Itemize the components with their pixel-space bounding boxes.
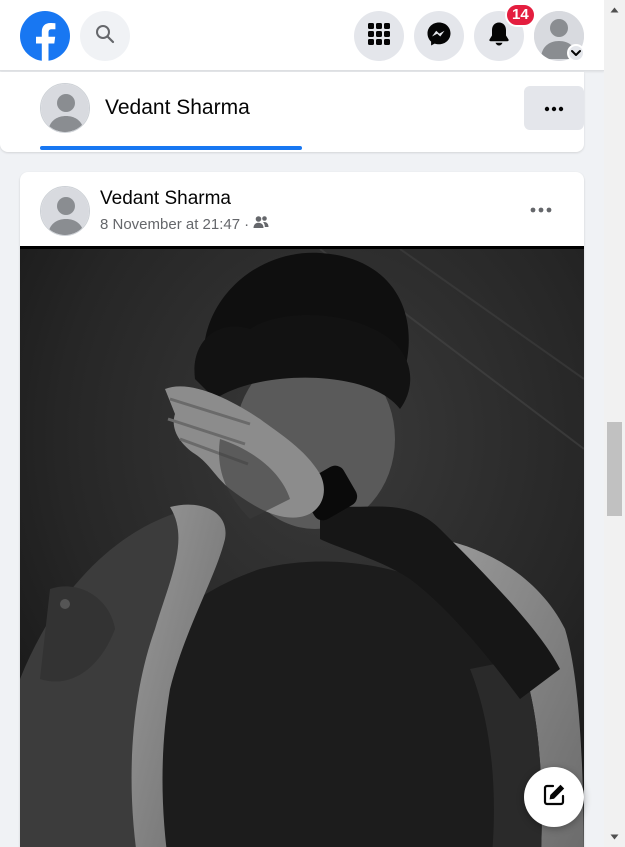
messenger-button[interactable] — [414, 11, 464, 61]
profile-avatar[interactable] — [40, 83, 90, 133]
facebook-logo[interactable] — [20, 11, 70, 61]
messenger-icon — [426, 21, 452, 52]
bell-icon — [487, 21, 511, 52]
grid-menu-icon — [367, 22, 391, 51]
more-horizontal-icon — [530, 200, 552, 218]
search-icon — [95, 24, 115, 49]
meta-separator: · — [244, 215, 250, 233]
profile-name[interactable]: Vedant Sharma — [105, 96, 250, 120]
page-scrollbar[interactable] — [604, 0, 625, 847]
scroll-thumb[interactable] — [607, 422, 622, 516]
friends-icon[interactable] — [253, 215, 269, 233]
post-photo[interactable] — [20, 246, 584, 847]
post-date[interactable]: 8 November at 21:47 — [100, 216, 240, 233]
top-navigation-bar: 14 — [0, 0, 604, 71]
scroll-down-arrow[interactable] — [604, 827, 625, 847]
chevron-down-icon — [571, 44, 581, 62]
menu-button[interactable] — [354, 11, 404, 61]
post-author-name[interactable]: Vedant Sharma — [100, 188, 231, 210]
profile-more-button[interactable] — [524, 86, 584, 130]
more-horizontal-icon — [544, 99, 564, 117]
post-meta: 8 November at 21:47 · — [100, 215, 269, 233]
notification-count-badge: 14 — [505, 3, 536, 27]
compose-button[interactable] — [524, 767, 584, 827]
scroll-up-arrow[interactable] — [604, 0, 625, 20]
post-more-button[interactable] — [520, 192, 562, 226]
post-card: Vedant Sharma 8 November at 21:47 · — [20, 172, 584, 847]
profile-header: Vedant Sharma — [0, 72, 584, 152]
compose-icon — [541, 782, 567, 813]
active-tab-indicator — [40, 146, 302, 150]
post-author-avatar[interactable] — [40, 186, 90, 236]
search-button[interactable] — [80, 11, 130, 61]
account-caret[interactable] — [567, 44, 585, 62]
